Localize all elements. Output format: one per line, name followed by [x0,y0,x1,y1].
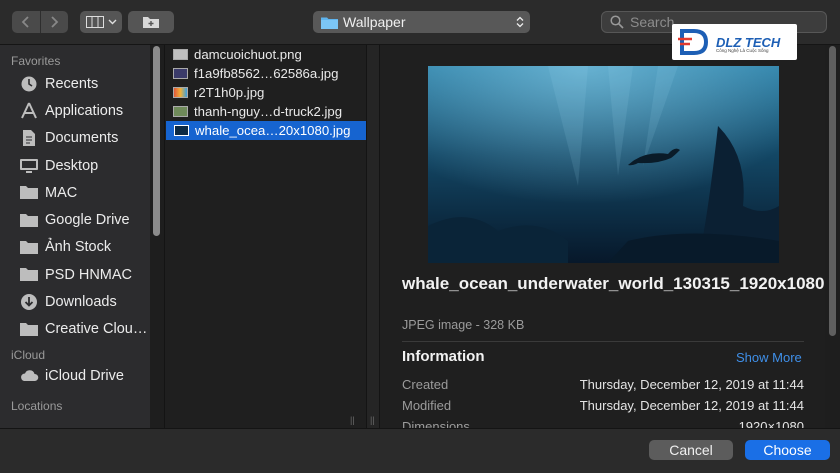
applications-icon [19,101,39,121]
chevron-left-icon [21,16,29,28]
folder-icon [19,210,39,230]
file-row[interactable]: f1a9fb8562…62586a.jpg [165,64,366,83]
sidebar-item-label: Applications [45,102,124,119]
folder-icon [19,237,39,257]
document-icon [19,128,39,148]
file-row[interactable]: thanh-nguy…d-truck2.jpg [165,102,366,121]
location-popup[interactable]: Wallpaper [313,11,530,33]
file-name: damcuoichuot.png [194,47,302,62]
sidebar-item-icloud-drive[interactable]: iCloud Drive [0,364,150,388]
folder-icon [19,319,39,339]
sidebar-item-desktop[interactable]: Desktop [0,152,150,179]
column-divider[interactable]: || [366,45,380,428]
preview-filename: whale_ocean_underwater_world_130315_1920… [402,274,825,293]
choose-button[interactable]: Choose [745,440,830,460]
back-button[interactable] [12,11,41,33]
info-row-modified: Modified Thursday, December 12, 2019 at … [402,398,804,414]
columns-view-icon [85,16,104,28]
file-name: f1a9fb8562…62586a.jpg [194,66,339,81]
cloud-icon [19,366,39,386]
image-file-icon [173,87,188,98]
new-folder-button[interactable] [128,11,174,33]
preview-scrollbar[interactable] [829,46,836,336]
locations-heading: Locations [11,398,63,413]
sidebar-item-mac[interactable]: MAC [0,179,150,206]
file-name: r2T1h0p.jpg [194,85,265,100]
info-value: Thursday, December 12, 2019 at 11:44 [579,377,804,392]
sidebar-item-label: Recents [45,75,99,92]
info-key: Created [402,377,449,392]
info-row-dimensions: Dimensions 1920×1080 [402,419,804,428]
sidebar-item-label: Desktop [45,157,99,174]
info-value: 1920×1080 [738,419,804,428]
sidebar-item-label: MAC [45,184,78,201]
sidebar-item-label: Downloads [45,294,117,311]
forward-button[interactable] [41,11,69,33]
file-list: damcuoichuot.png f1a9fb8562…62586a.jpg r… [165,45,366,428]
preview-image [428,66,779,263]
sidebar-scrollbar[interactable] [153,46,160,236]
file-name: whale_ocea…20x1080.jpg [195,123,351,138]
updown-chevron-icon [516,16,524,28]
file-row[interactable]: damcuoichuot.png [165,45,366,64]
info-key: Modified [402,398,452,413]
location-label: Wallpaper [343,14,406,30]
brand-logo-icon [678,29,709,55]
preview-kind: JPEG image - 328 KB [402,318,525,332]
folder-icon [19,265,39,285]
sidebar-item-google-drive[interactable]: Google Drive [0,206,150,233]
info-row-created: Created Thursday, December 12, 2019 at 1… [402,377,804,393]
icloud-heading: iCloud [11,347,46,362]
search-placeholder: Search [630,14,675,30]
download-icon [19,292,39,312]
file-name: thanh-nguy…d-truck2.jpg [194,104,343,119]
brand-tagline: Công Nghệ Là Cuộc Sống [716,48,769,53]
divider [402,341,804,342]
image-file-icon [173,68,188,79]
dialog-footer: Cancel Choose [0,428,840,473]
column-resize-handle[interactable]: || [370,415,375,425]
new-folder-icon [143,17,159,28]
sidebar-item-psd-hnmac[interactable]: PSD HNMAC [0,261,150,288]
sidebar: Favorites Recents Applications Documents… [0,45,150,428]
sidebar-item-label: Creative Clou… [45,321,148,338]
information-heading: Information [402,348,485,365]
desktop-icon [19,156,39,176]
view-mode-button[interactable] [80,11,122,33]
sidebar-item-anh-stock[interactable]: Ảnh Stock [0,234,150,261]
watermark-logo: DLZ TECH Công Nghệ Là Cuộc Sống [672,24,797,60]
show-more-link[interactable]: Show More [736,350,802,365]
sidebar-item-label: Ảnh Stock [45,239,112,256]
file-row-selected[interactable]: whale_ocea…20x1080.jpg [166,121,366,140]
sidebar-item-label: iCloud Drive [45,367,124,384]
favorites-heading: Favorites [11,54,61,68]
cancel-button[interactable]: Cancel [649,440,733,460]
image-file-icon [173,106,188,117]
sidebar-item-applications[interactable]: Applications [0,97,150,124]
sidebar-item-label: PSD HNMAC [45,266,133,283]
folder-icon [321,17,338,29]
sidebar-item-documents[interactable]: Documents [0,125,150,152]
image-file-icon [173,49,188,60]
folder-icon [19,183,39,203]
image-file-icon [174,125,189,136]
search-icon [610,15,624,29]
sidebar-item-downloads[interactable]: Downloads [0,288,150,315]
back-forward-control [12,11,68,33]
sidebar-item-recents[interactable]: Recents [0,70,150,97]
sidebar-item-label: Google Drive [45,212,130,229]
chevron-down-icon [108,19,116,25]
chevron-right-icon [51,16,59,28]
preview-pane: whale_ocean_underwater_world_130315_1920… [380,45,825,428]
sidebar-item-creative-cloud[interactable]: Creative Clou… [0,316,150,343]
column-resize-handle[interactable]: || [350,415,355,425]
info-value: Thursday, December 12, 2019 at 11:44 [579,398,804,413]
file-row[interactable]: r2T1h0p.jpg [165,83,366,102]
info-key: Dimensions [402,419,470,428]
clock-icon [19,74,39,94]
sidebar-item-label: Documents [45,130,119,147]
